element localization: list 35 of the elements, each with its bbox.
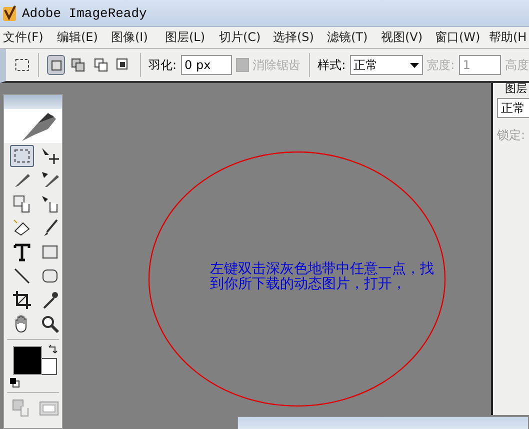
style-label: 样式: bbox=[318, 56, 346, 74]
add-selection-icon bbox=[70, 57, 86, 73]
color-swatches-drawing[interactable] bbox=[13, 346, 59, 375]
menu-item[interactable]: 编辑(E) bbox=[54, 29, 108, 46]
selection-mode-button[interactable] bbox=[47, 55, 66, 75]
panel-tab[interactable]: 图层 bbox=[497, 83, 529, 95]
subtract-selection-icon bbox=[92, 57, 108, 73]
blend-mode-dropdown[interactable]: 正常 bbox=[497, 98, 529, 118]
selection-icon[interactable] bbox=[10, 145, 34, 167]
app-logo-icon bbox=[2, 4, 18, 22]
annotation-text: 左键双击深灰色地带中任意一点，找到你所下载的动态图片，打开， bbox=[210, 262, 435, 292]
menu-item[interactable]: 滤镜(T) bbox=[324, 29, 378, 46]
width-label: 宽度: bbox=[426, 56, 455, 74]
lock-label: 锁定: bbox=[497, 127, 526, 144]
feather-label: 羽化: bbox=[148, 56, 177, 74]
menu-item[interactable]: 帮助(H bbox=[486, 29, 529, 46]
menu-item[interactable]: 视图(V) bbox=[378, 29, 432, 46]
menu-item[interactable]: 图层(L) bbox=[162, 29, 216, 46]
crop-icon[interactable] bbox=[10, 289, 34, 311]
feather-icon bbox=[4, 109, 62, 143]
style-dropdown[interactable]: 正常 bbox=[350, 55, 423, 75]
antialias-label: 消除锯齿 bbox=[252, 56, 301, 74]
default-colors-icon[interactable] bbox=[10, 378, 20, 388]
menu-item[interactable]: 选择(S) bbox=[270, 29, 324, 46]
caret-icon bbox=[410, 62, 419, 68]
menu-item[interactable]: 窗口(W) bbox=[432, 29, 486, 46]
feather-field[interactable]: 0 px bbox=[180, 55, 232, 75]
menu-item[interactable]: 文件(F) bbox=[0, 29, 54, 46]
window-title: Adobe ImageReady bbox=[22, 6, 147, 20]
menu-item[interactable]: 切片(C) bbox=[216, 29, 270, 46]
selection-icon[interactable] bbox=[14, 56, 30, 74]
menu-item[interactable]: 图像(I) bbox=[108, 29, 162, 46]
toolbox-header bbox=[4, 95, 62, 109]
height-label: 高度 bbox=[505, 56, 529, 74]
swap-colors-icon[interactable] bbox=[48, 344, 58, 354]
